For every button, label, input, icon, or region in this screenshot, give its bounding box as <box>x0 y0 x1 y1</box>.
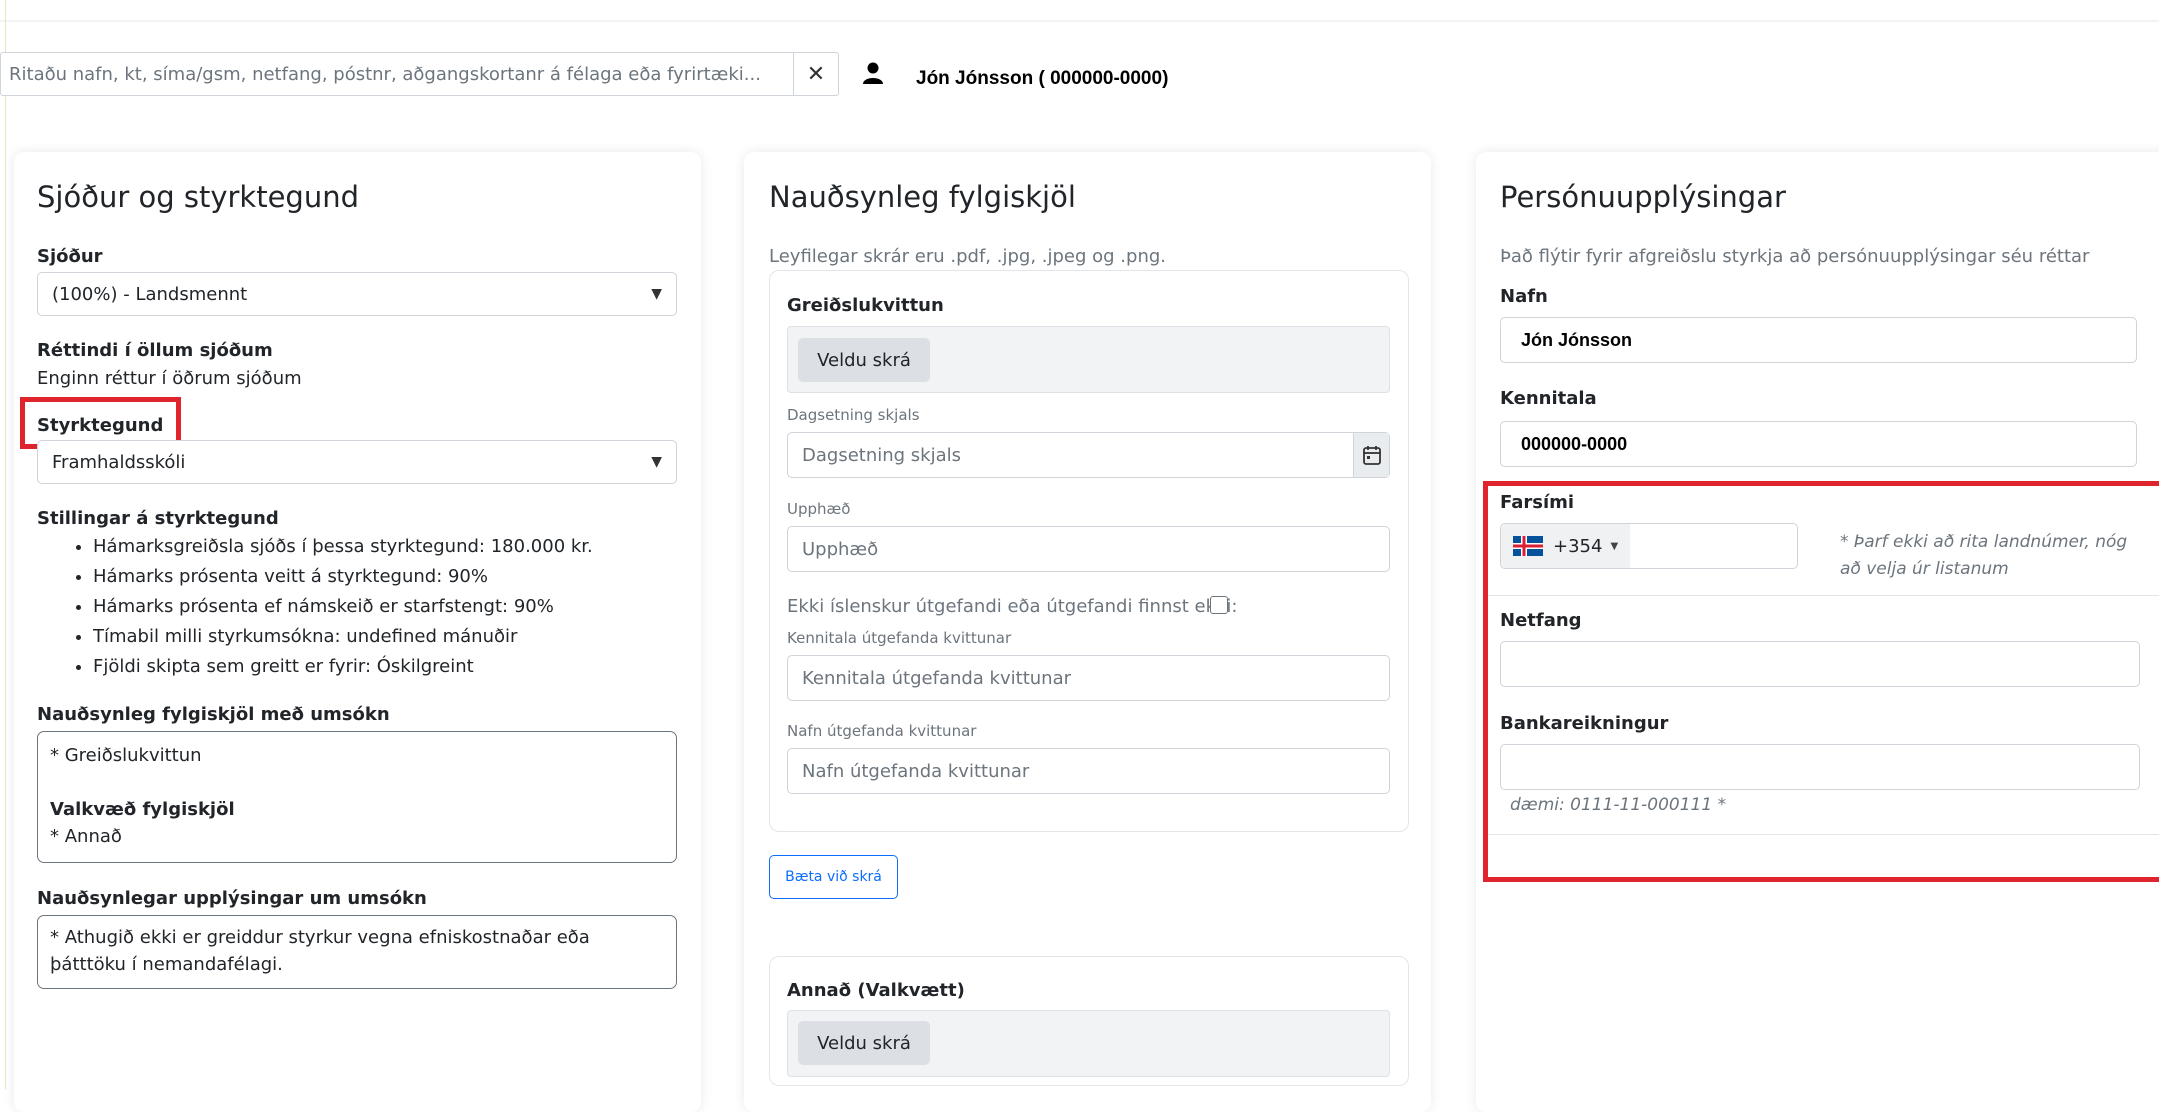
left-edge-line <box>5 0 6 1089</box>
phone-note: * Þarf ekki að rita landnúmer, nóg að ve… <box>1840 532 2128 579</box>
ssn-label: Kennitala <box>1500 388 1597 409</box>
other-choose-file-button[interactable]: Veldu skrá <box>798 1021 930 1065</box>
settings-item: Tímabil milli styrkumsókna: undefined má… <box>93 622 733 652</box>
other-title: Annað (Valkvætt) <box>787 980 965 1001</box>
issuer-id-placeholder: Kennitala útgefanda kvittunar <box>802 667 1071 689</box>
issuer-id-input[interactable]: Kennitala útgefanda kvittunar <box>787 655 1390 701</box>
email-input[interactable] <box>1500 641 2140 687</box>
settings-list: Hámarksgreiðsla sjóðs í þessa styrktegun… <box>37 532 733 682</box>
amount-label: Upphæð <box>787 500 851 518</box>
search-bar: ✕ <box>0 52 839 96</box>
issuer-name-input[interactable]: Nafn útgefanda kvittunar <box>787 748 1390 794</box>
grant-type-select-value: Framhaldsskóli <box>52 451 186 473</box>
rights-value: Enginn réttur í öðrum sjóðum <box>37 368 302 389</box>
search-input[interactable] <box>1 53 793 95</box>
not-icelandic-label: Ekki íslenskur útgefandi eða útgefandi f… <box>787 596 1238 617</box>
issuer-id-label: Kennitala útgefanda kvittunar <box>787 629 1012 647</box>
bank-account-input[interactable] <box>1500 744 2140 790</box>
email-label: Netfang <box>1500 610 1582 631</box>
choose-file-button[interactable]: Veldu skrá <box>798 338 930 382</box>
chevron-down-icon: ▼ <box>651 286 662 302</box>
divider <box>1488 834 2159 835</box>
not-icelandic-checkbox[interactable] <box>1210 596 1228 614</box>
fund-card-title: Sjóður og styrktegund <box>37 180 359 214</box>
date-label: Dagsetning skjals <box>787 406 920 424</box>
bank-example: dæmi: 0111-11-000111 * <box>1510 795 1727 815</box>
bank-label: Bankareikningur <box>1500 713 1669 734</box>
chevron-down-icon: ▼ <box>1610 540 1619 552</box>
calendar-icon[interactable] <box>1353 433 1389 477</box>
name-label: Nafn <box>1500 286 1548 307</box>
allowed-files-text: Leyfilegar skrár eru .pdf, .jpg, .jpeg o… <box>769 246 1166 267</box>
amount-placeholder: Upphæð <box>802 538 879 560</box>
country-code: +354 <box>1553 535 1603 557</box>
required-doc-item: * Greiðslukvittun <box>50 745 202 766</box>
personal-info-subtitle: Það flýtir fyrir afgreiðslu styrkja að p… <box>1500 246 2090 267</box>
receipt-title: Greiðslukvittun <box>787 295 944 316</box>
settings-item: Hámarks prósenta veitt á styrktegund: 90… <box>93 562 733 592</box>
required-docs-label: Nauðsynleg fylgiskjöl með umsókn <box>37 704 390 725</box>
required-info-label: Nauðsynlegar upplýsingar um umsókn <box>37 888 427 909</box>
issuer-name-placeholder: Nafn útgefanda kvittunar <box>802 760 1030 782</box>
name-field[interactable]: Jón Jónsson <box>1500 317 2137 363</box>
grant-type-label: Styrktegund <box>37 415 164 436</box>
settings-label: Stillingar á styrktegund <box>37 508 279 529</box>
ssn-field[interactable]: 000000-0000 <box>1500 421 2137 467</box>
date-placeholder: Dagsetning skjals <box>802 444 962 466</box>
amount-input[interactable]: Upphæð <box>787 526 1390 572</box>
ssn-value: 000000-0000 <box>1521 433 1628 454</box>
user-icon <box>863 62 883 84</box>
grant-type-select[interactable]: Framhaldsskóli ▼ <box>37 440 677 484</box>
date-input[interactable]: Dagsetning skjals <box>787 432 1390 478</box>
name-value: Jón Jónsson <box>1521 329 1633 350</box>
attachments-card-title: Nauðsynleg fylgiskjöl <box>769 180 1076 214</box>
required-info-box: * Athugið ekki er greiddur styrkur vegna… <box>37 915 677 989</box>
top-divider <box>0 20 2159 22</box>
required-docs-box: * Greiðslukvittun Valkvæð fylgiskjöl * A… <box>37 731 677 863</box>
settings-item: Hámarks prósenta ef námskeið er starfste… <box>93 592 733 622</box>
user-name: Jón Jónsson ( 000000-0000) <box>916 68 1169 89</box>
close-icon[interactable]: ✕ <box>793 53 838 95</box>
phone-input[interactable]: +354 ▼ <box>1500 523 1798 569</box>
personal-info-title: Persónuupplýsingar <box>1500 180 1786 214</box>
optional-doc-item: * Annað <box>50 826 122 847</box>
phone-label: Farsími <box>1500 492 1575 513</box>
fund-select[interactable]: (100%) - Landsmennt ▼ <box>37 272 677 316</box>
country-code-selector[interactable]: +354 ▼ <box>1501 524 1631 568</box>
settings-item: Fjöldi skipta sem greitt er fyrir: Óskil… <box>93 652 733 682</box>
fund-label: Sjóður <box>37 246 103 267</box>
chevron-down-icon: ▼ <box>651 454 662 470</box>
iceland-flag-icon <box>1513 536 1543 556</box>
settings-item: Hámarksgreiðsla sjóðs í þessa styrktegun… <box>93 532 733 562</box>
fund-select-value: (100%) - Landsmennt <box>52 283 248 305</box>
divider <box>1488 595 2159 596</box>
rights-label: Réttindi í öllum sjóðum <box>37 340 273 361</box>
issuer-name-label: Nafn útgefanda kvittunar <box>787 722 977 740</box>
optional-docs-label: Valkvæð fylgiskjöl <box>50 799 235 820</box>
add-file-button[interactable]: Bæta við skrá <box>769 855 898 899</box>
